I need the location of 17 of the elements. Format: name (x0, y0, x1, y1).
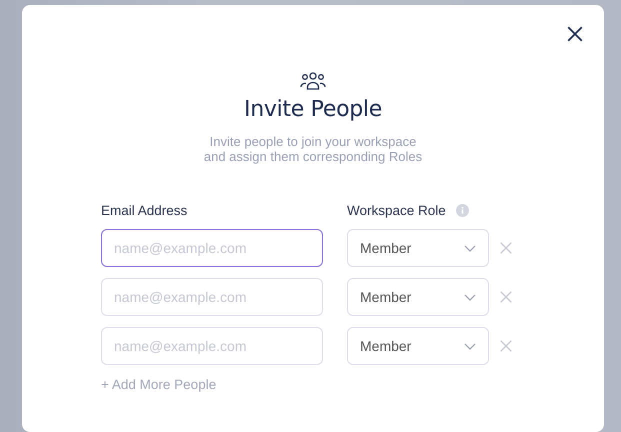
dialog-subtitle: Invite people to join your workspace and assign them corresponding Roles (204, 134, 422, 164)
remove-row-button[interactable] (499, 339, 513, 353)
close-button[interactable] (566, 25, 584, 43)
people-icon (299, 71, 327, 91)
remove-row-button[interactable] (499, 290, 513, 304)
email-field[interactable]: name@example.com (101, 229, 323, 267)
info-icon[interactable] (456, 204, 469, 217)
chevron-down-icon (464, 294, 476, 300)
chevron-down-icon (464, 342, 476, 350)
field-label: Email Address (101, 203, 188, 218)
role-dropdown[interactable]: Member (347, 229, 489, 267)
chevron-down-icon (464, 244, 476, 252)
dialog-title: Invite People (244, 97, 382, 122)
field-label: Workspace Role (347, 203, 446, 218)
remove-row-button[interactable] (499, 241, 513, 255)
role-dropdown[interactable]: Member (347, 327, 489, 365)
role-dropdown[interactable]: Member (347, 278, 489, 316)
